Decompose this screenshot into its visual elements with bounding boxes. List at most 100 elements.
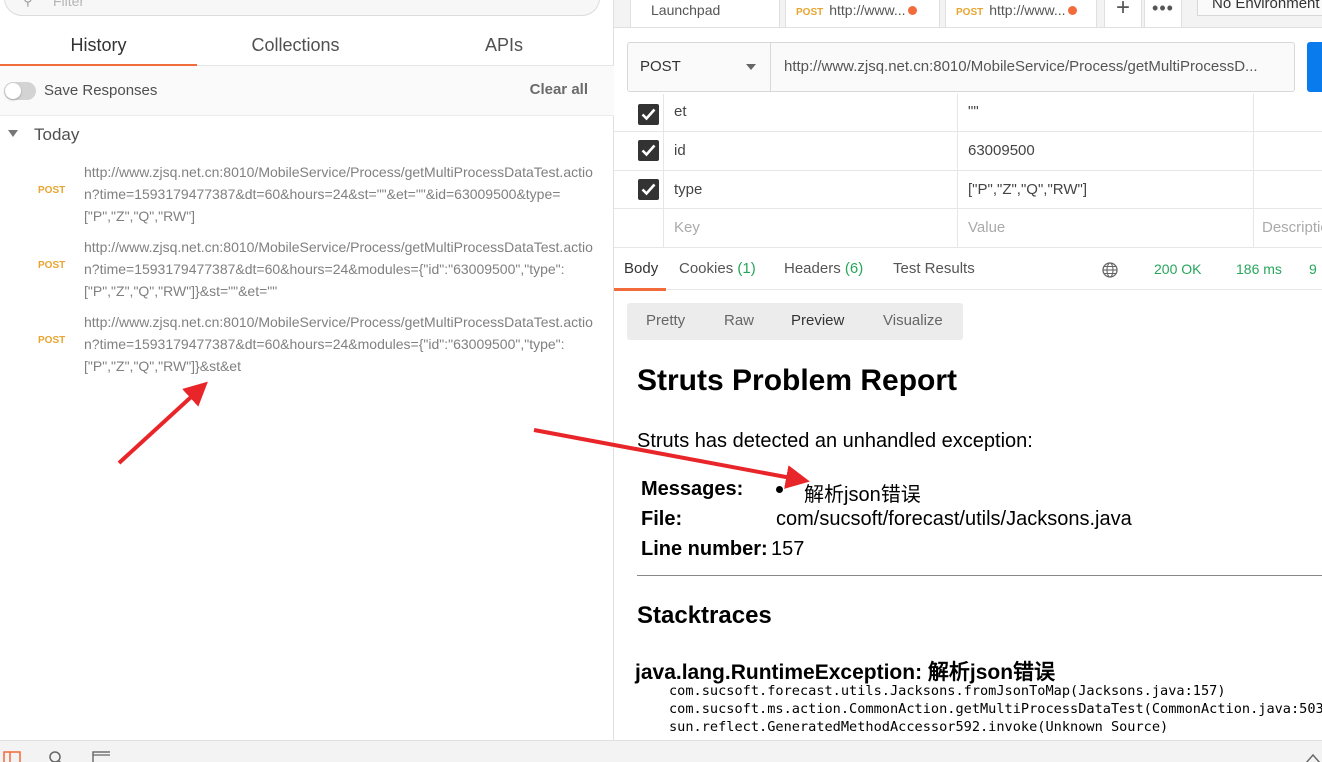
param-value[interactable]: 63009500 — [968, 132, 1254, 170]
environment-select[interactable]: No Environment — [1197, 0, 1322, 16]
param-checkbox-cell — [614, 94, 664, 131]
tab-request-2[interactable]: POST http://www... — [945, 0, 1097, 28]
stacktraces-heading: Stacktraces — [637, 602, 772, 629]
url-input[interactable]: http://www.zjsq.net.cn:8010/MobileServic… — [784, 58, 1284, 75]
tab-method: POST — [796, 7, 824, 18]
line-number-label: Line number: — [641, 538, 768, 560]
sidebar-toggle-icon[interactable] — [3, 751, 21, 762]
history-item[interactable]: POST http://www.zjsq.net.cn:8010/MobileS… — [0, 311, 614, 383]
caret-down-icon — [8, 130, 18, 137]
message-value: 解析json错误 — [804, 484, 921, 506]
divider — [637, 575, 1322, 576]
tab-body[interactable]: Body — [613, 260, 667, 291]
sidebar-tabs: History Collections APIs — [0, 26, 614, 67]
stacktrace-line: com.sucsoft.ms.action.CommonAction.getMu… — [669, 701, 1322, 717]
param-value[interactable]: "" — [968, 94, 1254, 131]
response-size[interactable]: 9 — [1309, 261, 1317, 277]
bullet-icon — [776, 486, 783, 493]
view-mode-group: Pretty Raw Preview Visualize — [627, 303, 963, 340]
tab-count: (6) — [844, 260, 864, 277]
toggle-knob — [5, 83, 21, 99]
param-key[interactable]: et — [674, 94, 958, 131]
tab-history[interactable]: History — [0, 26, 197, 67]
clear-all-button[interactable]: Clear all — [530, 81, 588, 98]
request-tab-bar: Launchpad POST http://www... POST http://w… — [614, 0, 1322, 28]
unsaved-dot-icon — [908, 6, 918, 15]
tab-test-results[interactable]: Test Results — [893, 260, 975, 277]
tab-cookies[interactable]: Cookies (1) — [679, 260, 756, 277]
tab-headers[interactable]: Headers (6) — [784, 260, 863, 277]
tab-label: http://www... — [829, 2, 906, 18]
chevron-down-icon — [746, 64, 756, 70]
param-checkbox-cell — [614, 132, 664, 170]
params-table: et "" id 63009500 type ["P","Z","Q","RW"… — [614, 94, 1322, 248]
tab-method: POST — [956, 7, 984, 18]
tab-label: Cookies — [679, 260, 734, 277]
view-preview[interactable]: Preview — [791, 312, 844, 329]
param-checkbox[interactable] — [638, 140, 659, 161]
param-checkbox[interactable] — [638, 178, 659, 200]
status-bar — [0, 740, 1322, 762]
param-row: id 63009500 — [614, 132, 1322, 171]
search-icon: ⚲ — [23, 0, 33, 8]
history-item[interactable]: POST http://www.zjsq.net.cn:8010/MobileS… — [0, 236, 614, 308]
history-item-method: POST — [38, 335, 66, 346]
tab-launchpad[interactable]: Launchpad — [630, 0, 780, 28]
bootcamp-icon[interactable] — [1304, 751, 1322, 762]
history-item[interactable]: POST http://www.zjsq.net.cn:8010/MobileS… — [0, 161, 614, 233]
view-pretty[interactable]: Pretty — [646, 312, 685, 329]
send-button[interactable] — [1307, 42, 1322, 92]
search-icon[interactable] — [48, 751, 66, 762]
param-checkbox[interactable] — [638, 104, 659, 125]
tab-collections[interactable]: Collections — [197, 26, 394, 66]
view-raw[interactable]: Raw — [724, 312, 754, 329]
save-responses-row: Save Responses Clear all — [0, 66, 614, 116]
globe-icon[interactable] — [1102, 262, 1118, 278]
response-time[interactable]: 186 ms — [1236, 261, 1282, 277]
param-row: et "" — [614, 94, 1322, 132]
file-value: com/sucsoft/forecast/utils/Jacksons.java — [776, 508, 1132, 530]
history-group-label: Today — [34, 125, 80, 144]
console-icon[interactable] — [92, 751, 110, 762]
history-group-today[interactable]: Today — [0, 120, 614, 150]
param-key[interactable]: id — [674, 132, 958, 170]
history-item-method: POST — [38, 185, 66, 196]
method-select[interactable]: POST — [628, 43, 771, 91]
tab-label: Launchpad — [651, 2, 721, 18]
request-bar: POST http://www.zjsq.net.cn:8010/MobileS… — [627, 42, 1295, 92]
param-checkbox-cell — [614, 209, 664, 247]
history-item-method: POST — [38, 260, 66, 271]
param-checkbox-cell — [614, 170, 664, 208]
file-label: File: — [641, 508, 683, 530]
param-key[interactable]: type — [674, 170, 958, 208]
more-tabs-button[interactable]: ••• — [1144, 0, 1182, 28]
param-value-placeholder[interactable]: Value — [968, 209, 1254, 247]
param-description-placeholder[interactable]: Description — [1262, 209, 1322, 247]
stacktrace-line: com.sucsoft.forecast.utils.Jacksons.from… — [669, 683, 1226, 699]
stacktrace-line: sun.reflect.GeneratedMethodAccessor592.i… — [669, 719, 1169, 735]
param-value[interactable]: ["P","Z","Q","RW"] — [968, 170, 1254, 208]
status-code[interactable]: 200 OK — [1154, 261, 1201, 277]
response-tabs: Body Cookies (1) Headers (6) Test Result… — [613, 250, 1322, 291]
save-responses-toggle[interactable] — [4, 82, 36, 100]
save-responses-label: Save Responses — [44, 82, 158, 99]
tab-label: http://www... — [989, 2, 1066, 18]
view-visualize[interactable]: Visualize — [883, 312, 943, 329]
tab-label: Headers — [784, 260, 841, 277]
param-key-placeholder[interactable]: Key — [674, 209, 958, 247]
param-row-new: Key Value Description — [614, 209, 1322, 248]
new-tab-button[interactable]: + — [1104, 0, 1142, 28]
param-row: type ["P","Z","Q","RW"] — [614, 170, 1322, 209]
sidebar: ⚲ Filter History Collections APIs Save R… — [0, 0, 614, 740]
filter-input[interactable]: ⚲ Filter — [4, 0, 600, 16]
tab-request-1[interactable]: POST http://www... — [785, 0, 940, 28]
history-item-url: http://www.zjsq.net.cn:8010/MobileServic… — [84, 239, 593, 299]
tab-apis[interactable]: APIs — [394, 26, 614, 66]
tab-label: Test Results — [893, 260, 975, 277]
history-item-url: http://www.zjsq.net.cn:8010/MobileServic… — [84, 314, 593, 374]
messages-label: Messages: — [641, 478, 744, 500]
report-intro: Struts has detected an unhandled excepti… — [637, 430, 1033, 452]
line-number-value: 157 — [771, 538, 805, 560]
history-item-url: http://www.zjsq.net.cn:8010/MobileServic… — [84, 164, 593, 224]
tab-label: Body — [624, 260, 659, 277]
